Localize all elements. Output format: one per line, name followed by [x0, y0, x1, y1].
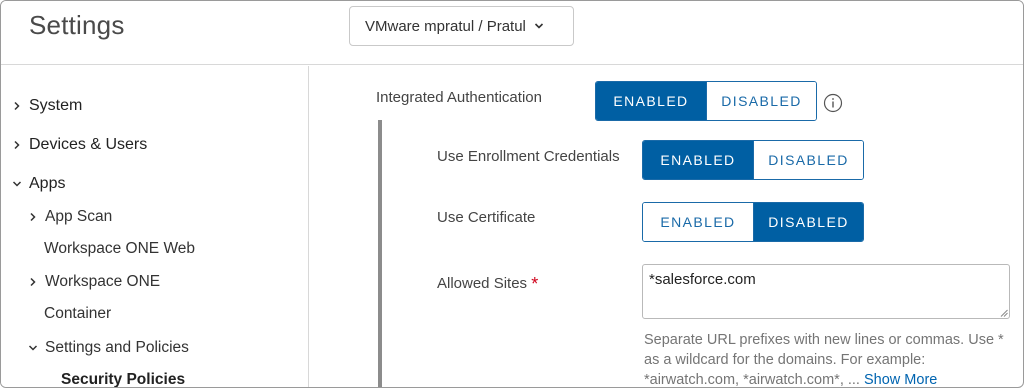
enrollment-credentials-disabled-button[interactable]: DISABLED	[753, 141, 863, 179]
sidebar-item-label: System	[29, 97, 83, 114]
use-enrollment-credentials-toggle: ENABLED DISABLED	[642, 140, 864, 180]
enrollment-credentials-enabled-button[interactable]: ENABLED	[643, 141, 753, 179]
chevron-down-icon	[28, 345, 38, 351]
nested-settings-indicator	[378, 120, 382, 387]
chevron-right-icon	[14, 101, 20, 111]
chevron-down-icon	[12, 181, 22, 187]
required-indicator: *	[531, 274, 539, 294]
show-more-link[interactable]: Show More	[864, 372, 937, 387]
sidebar-item-label: Apps	[29, 175, 66, 192]
sidebar: System Devices & Users Apps App Scan Wor…	[1, 66, 309, 388]
sidebar-item-container[interactable]: Container	[44, 305, 111, 323]
allowed-sites-input[interactable]: *salesforce.com	[642, 264, 1010, 319]
info-icon[interactable]	[823, 93, 843, 113]
sidebar-item-label: App Scan	[45, 208, 113, 225]
allowed-sites-help-text: Separate URL prefixes with new lines or …	[644, 330, 1016, 388]
organization-group-selector[interactable]: VMware mpratul / Pratul	[349, 6, 574, 46]
use-certificate-label: Use Certificate	[437, 209, 536, 226]
use-certificate-enabled-button[interactable]: ENABLED	[643, 203, 753, 241]
sidebar-item-devices-users[interactable]: Devices & Users	[11, 136, 147, 154]
main-content: Integrated Authentication ENABLED DISABL…	[310, 66, 1023, 388]
sidebar-item-app-scan[interactable]: App Scan	[27, 208, 112, 226]
resize-handle-icon[interactable]	[999, 308, 1008, 317]
allowed-sites-label: Allowed Sites *	[437, 272, 539, 294]
sidebar-item-label: Workspace ONE Web	[44, 240, 196, 257]
sidebar-item-label: Devices & Users	[29, 136, 148, 153]
header: Settings VMware mpratul / Pratul	[1, 1, 1023, 65]
chevron-right-icon	[14, 140, 20, 150]
integrated-authentication-label: Integrated Authentication	[376, 89, 542, 106]
chevron-down-icon	[534, 23, 543, 29]
sidebar-item-workspace-one[interactable]: Workspace ONE	[27, 273, 160, 291]
use-certificate-disabled-button[interactable]: DISABLED	[753, 203, 863, 241]
sidebar-item-apps[interactable]: Apps	[11, 175, 65, 193]
use-certificate-toggle: ENABLED DISABLED	[642, 202, 864, 242]
settings-window: Settings VMware mpratul / Pratul System …	[0, 0, 1024, 388]
organization-group-label: VMware mpratul / Pratul	[365, 17, 526, 35]
sidebar-item-label: Container	[44, 305, 112, 322]
sidebar-item-security-policies[interactable]: Security Policies	[61, 371, 186, 388]
use-enrollment-credentials-label: Use Enrollment Credentials	[437, 148, 620, 165]
page-title: Settings	[29, 10, 125, 40]
integrated-authentication-disabled-button[interactable]: DISABLED	[706, 82, 816, 120]
integrated-authentication-toggle: ENABLED DISABLED	[595, 81, 817, 121]
sidebar-item-system[interactable]: System	[11, 97, 82, 115]
sidebar-item-workspace-one-web[interactable]: Workspace ONE Web	[44, 240, 195, 258]
sidebar-item-label: Workspace ONE	[45, 273, 161, 290]
chevron-right-icon	[30, 277, 36, 287]
sidebar-item-settings-and-policies[interactable]: Settings and Policies	[27, 339, 189, 357]
sidebar-item-label: Security Policies	[61, 371, 186, 388]
sidebar-item-label: Settings and Policies	[45, 339, 189, 356]
integrated-authentication-enabled-button[interactable]: ENABLED	[596, 82, 706, 120]
allowed-sites-label-text: Allowed Sites	[437, 275, 528, 292]
allowed-sites-help-body: Separate URL prefixes with new lines or …	[644, 332, 1004, 388]
chevron-right-icon	[30, 212, 36, 222]
